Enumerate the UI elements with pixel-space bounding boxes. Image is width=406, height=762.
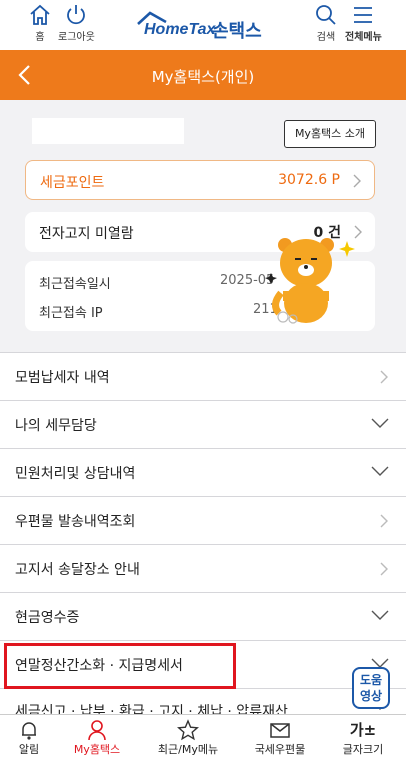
menu-label: 우편물 발송내역조회 xyxy=(15,514,136,530)
star-icon xyxy=(177,719,199,741)
page-title: My홈택스(개인) xyxy=(151,68,255,86)
menu-label: 나의 세무담당 xyxy=(15,418,97,434)
chevron-down-icon xyxy=(371,466,389,476)
menu-item-model-taxpayer[interactable]: 모범납세자 내역 xyxy=(0,352,406,400)
bell-icon xyxy=(22,722,36,740)
menu-item-tax-filing[interactable]: 세금신고 · 납부 · 환급 · 고지 · 체납 · 압류재산 xyxy=(0,688,406,714)
chevron-right-icon xyxy=(380,370,388,384)
page-header: My홈택스(개인) xyxy=(0,50,406,100)
menu-item-mail-history[interactable]: 우편물 발송내역조회 xyxy=(0,496,406,544)
lion-mascot-icon xyxy=(265,238,355,324)
notice-label: 전자고지 미열람 xyxy=(39,226,134,242)
logout-label: 로그아웃 xyxy=(58,32,95,43)
menu-label: 현금영수증 xyxy=(15,610,80,626)
nav-label: My홈택스 xyxy=(73,743,121,756)
nav-recent-menu[interactable]: 최근/My메뉴 xyxy=(152,719,224,757)
logout-button[interactable]: 로그아웃 xyxy=(58,4,95,43)
menu-item-delivery-address[interactable]: 고지서 송달장소 안내 xyxy=(0,544,406,592)
user-name-masked xyxy=(32,118,184,144)
chevron-down-icon xyxy=(371,610,389,620)
menu-label: 민원처리및 상담내역 xyxy=(15,466,136,482)
logo-text: HomeTax xyxy=(144,21,216,38)
nav-label: 최근/My메뉴 xyxy=(157,743,219,756)
hometax-logo[interactable]: HomeTax 손택스 xyxy=(136,8,272,42)
mail-icon xyxy=(270,723,290,738)
highlight-box xyxy=(4,643,236,689)
tax-point-value: 3072.6 P xyxy=(278,172,340,188)
menu-label: 고지서 송달장소 안내 xyxy=(15,562,140,578)
logo-korean: 손택스 xyxy=(212,21,262,42)
nav-label: 글자크기 xyxy=(342,743,384,756)
all-menu-button[interactable]: 전체메뉴 xyxy=(345,4,382,43)
hamburger-icon xyxy=(354,7,373,23)
bottom-nav: 알림 My홈택스 최근/My메뉴 국세우편물 가± 글자크기 xyxy=(0,714,406,762)
home-icon xyxy=(30,4,50,25)
nav-my-hometax[interactable]: My홈택스 xyxy=(66,719,128,757)
chevron-right-icon xyxy=(380,562,388,576)
last-ip-label: 최근접속 IP xyxy=(39,306,103,321)
font-size-icon: 가± xyxy=(349,721,377,739)
nav-font-size[interactable]: 가± 글자크기 xyxy=(338,719,388,757)
search-label: 검색 xyxy=(316,32,336,43)
menu-item-cash-receipt[interactable]: 현금영수증 xyxy=(0,592,406,640)
tax-point-card[interactable]: 세금포인트 3072.6 P xyxy=(25,160,375,200)
person-icon xyxy=(88,720,106,741)
chevron-right-icon xyxy=(380,514,388,528)
home-button[interactable]: 홈 xyxy=(28,4,52,43)
nav-label: 알림 xyxy=(18,743,40,756)
nav-label: 국세우편물 xyxy=(254,743,306,756)
help-video-button[interactable]: 도움 영상 xyxy=(352,667,390,709)
nav-tax-mail[interactable]: 국세우편물 xyxy=(248,719,312,757)
nav-notifications[interactable]: 알림 xyxy=(14,719,44,757)
menu-item-civil-complaints[interactable]: 민원처리및 상담내역 xyxy=(0,448,406,496)
chevron-right-icon xyxy=(353,174,361,188)
my-hometax-intro-button[interactable]: My홈택스 소개 xyxy=(284,120,376,148)
all-menu-label: 전체메뉴 xyxy=(345,32,382,43)
search-button[interactable]: 검색 xyxy=(314,4,338,43)
tax-point-label: 세금포인트 xyxy=(40,175,105,191)
power-icon xyxy=(67,5,86,25)
menu-label: 모범납세자 내역 xyxy=(15,370,110,386)
menu-label: 세금신고 · 납부 · 환급 · 고지 · 체납 · 압류재산 xyxy=(15,704,288,714)
home-label: 홈 xyxy=(35,32,45,43)
last-login-label: 최근접속일시 xyxy=(39,277,111,292)
top-bar: 홈 로그아웃 HomeTax 손택스 검색 전체메뉴 xyxy=(0,0,406,50)
help-line-2: 영상 xyxy=(359,689,383,703)
chevron-down-icon xyxy=(371,418,389,428)
search-icon xyxy=(316,5,336,25)
menu-item-tax-officer[interactable]: 나의 세무담당 xyxy=(0,400,406,448)
help-line-1: 도움 xyxy=(359,673,383,687)
